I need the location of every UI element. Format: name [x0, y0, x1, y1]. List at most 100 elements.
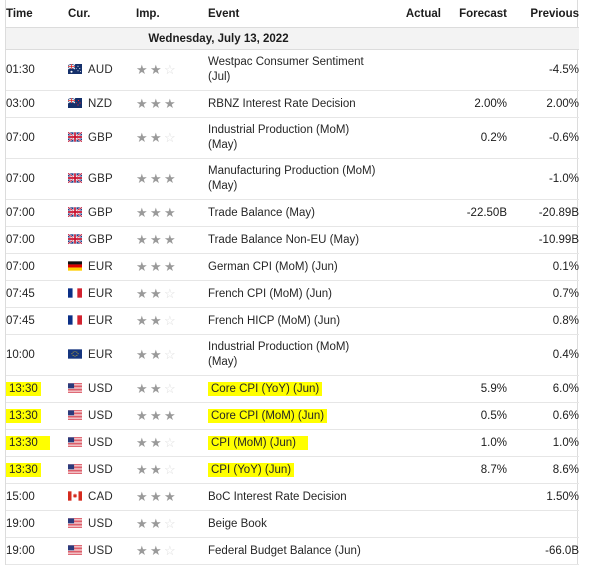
- currency-code: USD: [88, 464, 113, 476]
- flag-new-zealand-icon: [68, 98, 82, 108]
- currency-code: USD: [88, 410, 113, 422]
- table-row[interactable]: 07:45EUR★★☆French HICP (MoM) (Jun)0.8%: [6, 308, 579, 335]
- importance-star-empty: ☆: [164, 517, 178, 530]
- importance-stars: ★★★: [136, 409, 178, 424]
- event-name[interactable]: French CPI (MoM) (Jun): [208, 281, 379, 308]
- event-time: 13:30: [6, 430, 68, 457]
- table-row[interactable]: 07:00GBP★★☆Industrial Production (MoM)(M…: [6, 118, 579, 159]
- highlight-marker: 13:30: [6, 382, 41, 396]
- column-header-event[interactable]: Event: [208, 0, 379, 28]
- event-previous-value: 0.7%: [507, 281, 579, 308]
- event-forecast-value: [441, 254, 507, 281]
- importance-star-empty: ☆: [164, 463, 178, 476]
- event-name[interactable]: RBNZ Interest Rate Decision: [208, 91, 379, 118]
- event-previous-value: 0.6%: [507, 403, 579, 430]
- importance-stars: ★★★: [136, 206, 178, 221]
- event-forecast-value: 8.7%: [441, 457, 507, 484]
- event-previous-value: [507, 511, 579, 538]
- event-time: 07:00: [6, 227, 68, 254]
- table-row[interactable]: 03:00NZD★★★RBNZ Interest Rate Decision2.…: [6, 91, 579, 118]
- importance-star-filled: ★: [150, 314, 164, 327]
- event-actual-value: [379, 159, 441, 200]
- event-time: 10:00: [6, 335, 68, 376]
- table-row[interactable]: 10:00EUR★★☆Industrial Production (MoM)(M…: [6, 335, 579, 376]
- table-row[interactable]: 07:00GBP★★★Trade Balance Non-EU (May)-10…: [6, 227, 579, 254]
- importance-stars: ★★☆: [136, 287, 178, 302]
- event-forecast-value: [441, 484, 507, 511]
- column-header-time[interactable]: Time: [6, 0, 68, 28]
- event-forecast-value: [441, 159, 507, 200]
- column-header-importance[interactable]: Imp.: [136, 0, 208, 28]
- importance-star-filled: ★: [136, 544, 150, 557]
- table-row[interactable]: 13:30USD★★☆CPI (YoY) (Jun)8.7%8.6%: [6, 457, 579, 484]
- importance-star-filled: ★: [136, 409, 150, 422]
- date-banner-label: Wednesday, July 13, 2022: [6, 28, 579, 50]
- importance-star-filled: ★: [136, 172, 150, 185]
- event-name[interactable]: Westpac Consumer Sentiment(Jul): [208, 50, 379, 91]
- event-name[interactable]: Beige Book: [208, 511, 379, 538]
- highlight-marker: 13:30: [6, 409, 41, 423]
- event-name[interactable]: Core CPI (YoY) (Jun): [208, 376, 379, 403]
- event-importance: ★★☆: [136, 308, 208, 335]
- column-header-forecast[interactable]: Forecast: [441, 0, 507, 28]
- highlight-marker: 13:30: [6, 463, 41, 477]
- event-importance: ★★☆: [136, 281, 208, 308]
- event-currency: USD: [68, 430, 136, 457]
- flag-canada-icon: [68, 491, 82, 501]
- currency-code: USD: [88, 383, 113, 395]
- importance-star-filled: ★: [150, 463, 164, 476]
- column-header-actual[interactable]: Actual: [379, 0, 441, 28]
- event-name[interactable]: Industrial Production (MoM)(May): [208, 118, 379, 159]
- importance-star-filled: ★: [136, 287, 150, 300]
- event-actual-value: [379, 484, 441, 511]
- table-row[interactable]: 13:30USD★★☆Core CPI (YoY) (Jun)5.9%6.0%: [6, 376, 579, 403]
- table-row[interactable]: 13:30USD★★☆CPI (MoM) (Jun)1.0%1.0%: [6, 430, 579, 457]
- table-row[interactable]: 07:45EUR★★☆French CPI (MoM) (Jun)0.7%: [6, 281, 579, 308]
- table-row[interactable]: 07:00GBP★★★Trade Balance (May)-22.50B-20…: [6, 200, 579, 227]
- importance-star-filled: ★: [136, 233, 150, 246]
- event-time: 01:30: [6, 50, 68, 91]
- event-name[interactable]: CPI (MoM) (Jun): [208, 430, 379, 457]
- event-name[interactable]: French HICP (MoM) (Jun): [208, 308, 379, 335]
- importance-star-filled: ★: [150, 172, 164, 185]
- event-currency: NZD: [68, 91, 136, 118]
- table-row[interactable]: 19:00USD★★☆Federal Budget Balance (Jun)-…: [6, 538, 579, 565]
- event-time: 13:30: [6, 457, 68, 484]
- event-previous-value: -66.0B: [507, 538, 579, 565]
- column-header-previous[interactable]: Previous: [507, 0, 579, 28]
- event-forecast-value: [441, 538, 507, 565]
- event-name[interactable]: Federal Budget Balance (Jun): [208, 538, 379, 565]
- importance-star-filled: ★: [150, 233, 164, 246]
- event-currency: USD: [68, 457, 136, 484]
- event-time: 13:30: [6, 376, 68, 403]
- event-name[interactable]: Core CPI (MoM) (Jun): [208, 403, 379, 430]
- flag-australia-icon: [68, 64, 82, 74]
- table-row[interactable]: 19:00USD★★☆Beige Book: [6, 511, 579, 538]
- event-previous-value: -10.99B: [507, 227, 579, 254]
- event-name[interactable]: German CPI (MoM) (Jun): [208, 254, 379, 281]
- highlight-marker: Core CPI (YoY) (Jun): [208, 382, 322, 396]
- table-row[interactable]: 07:00EUR★★★German CPI (MoM) (Jun)0.1%: [6, 254, 579, 281]
- event-name[interactable]: CPI (YoY) (Jun): [208, 457, 379, 484]
- importance-star-filled: ★: [150, 97, 164, 110]
- table-row[interactable]: 13:30USD★★★Core CPI (MoM) (Jun)0.5%0.6%: [6, 403, 579, 430]
- event-name[interactable]: Industrial Production (MoM)(May): [208, 335, 379, 376]
- currency-code: GBP: [88, 173, 113, 185]
- importance-star-filled: ★: [150, 287, 164, 300]
- event-name[interactable]: Trade Balance Non-EU (May): [208, 227, 379, 254]
- table-row[interactable]: 07:00GBP★★★Manufacturing Production (MoM…: [6, 159, 579, 200]
- column-header-currency[interactable]: Cur.: [68, 0, 136, 28]
- table-row[interactable]: 15:00CAD★★★BoC Interest Rate Decision1.5…: [6, 484, 579, 511]
- event-name[interactable]: BoC Interest Rate Decision: [208, 484, 379, 511]
- importance-stars: ★★☆: [136, 348, 178, 363]
- importance-stars: ★★☆: [136, 544, 178, 559]
- event-importance: ★★★: [136, 254, 208, 281]
- event-name[interactable]: Trade Balance (May): [208, 200, 379, 227]
- importance-star-empty: ☆: [164, 348, 178, 361]
- event-name[interactable]: Manufacturing Production (MoM)(May): [208, 159, 379, 200]
- table-row[interactable]: 01:30AUD★★☆Westpac Consumer Sentiment(Ju…: [6, 50, 579, 91]
- event-importance: ★★☆: [136, 118, 208, 159]
- event-previous-value: -20.89B: [507, 200, 579, 227]
- importance-star-filled: ★: [136, 517, 150, 530]
- currency-code: EUR: [88, 288, 113, 300]
